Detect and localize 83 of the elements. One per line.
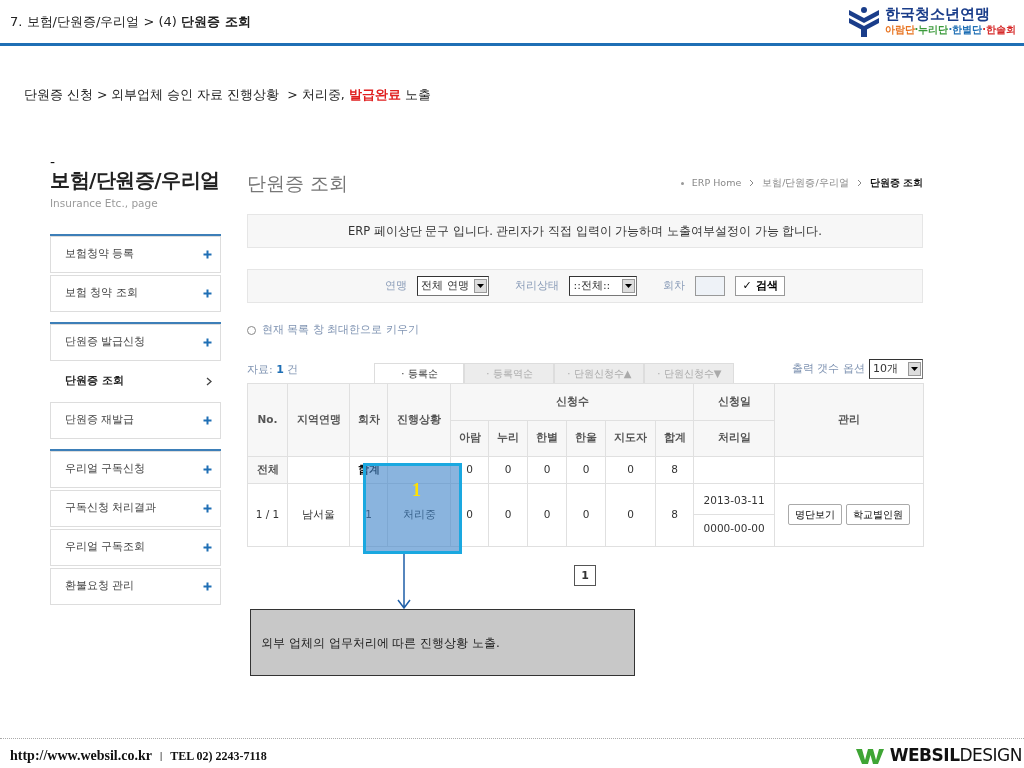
separator-text: |	[159, 749, 163, 764]
table-cell: 0	[605, 456, 656, 484]
search-button[interactable]: ✓ 검색	[735, 276, 785, 297]
table-cell: 0	[566, 456, 606, 484]
section-title: 보험/단원증/우리얼	[50, 166, 221, 193]
logo-tagline: 아람단·누리단·한별단·한솔회	[884, 23, 1016, 38]
chevron-icon	[856, 179, 862, 187]
page-title: 7. 보험/단원증/우리얼 > (4) 단원증 조회	[10, 12, 251, 31]
column-header: 지도자	[605, 420, 656, 457]
radio-label: 현재 목록 창 최대한으로 키우기	[262, 322, 419, 339]
sidebar-item[interactable]: 우리얼 구독조회	[50, 528, 221, 566]
row-header: 전체	[247, 456, 288, 484]
table-cell: 0	[450, 483, 489, 547]
table-cell: 0	[488, 483, 528, 547]
table-cell: 8	[655, 483, 694, 547]
sidebar-item[interactable]: 단원증 재발급	[50, 401, 221, 439]
table-cell: 1	[349, 483, 388, 547]
table-cell: 0	[488, 456, 528, 484]
filter-label: 연맹	[385, 278, 408, 294]
column-header: 처리일	[693, 420, 775, 457]
breadcrumb-link[interactable]: 보험/단원증/우리얼	[762, 175, 849, 191]
page-heading: 단원증 조회	[247, 170, 349, 196]
table-cell: 남서울	[287, 483, 350, 547]
bullet-icon	[680, 181, 684, 185]
chevron-icon	[206, 376, 212, 386]
plus-icon	[203, 415, 212, 425]
table-cell: 8	[655, 456, 694, 484]
chevron-icon	[749, 179, 755, 187]
table-cell: 2013-03-11	[694, 486, 775, 516]
website-link[interactable]: http://www.websil.co.kr	[10, 745, 152, 767]
sidebar-item[interactable]: 구독신청 처리결과	[50, 489, 221, 527]
phone-text: TEL 02) 2243-7118	[170, 747, 267, 765]
column-header: 신청수	[450, 383, 694, 421]
table-cell: 0	[450, 456, 489, 484]
column-header: No.	[247, 383, 288, 457]
dash-text: -	[50, 156, 57, 167]
table-cell: 0	[566, 483, 606, 547]
plus-icon	[203, 249, 212, 259]
status-select[interactable]: ::전체::	[569, 276, 638, 297]
page-size-label: 출력 갯수 옵션	[792, 360, 865, 377]
sidebar-item[interactable]: 보험청약 등록	[50, 235, 221, 273]
emblem-icon	[846, 5, 881, 38]
plus-icon	[203, 337, 212, 347]
record-count: 자료: 1 건	[247, 362, 299, 379]
plus-icon	[203, 288, 212, 298]
table-cell: 0	[527, 483, 567, 547]
column-header: 진행상황	[387, 383, 451, 457]
breadcrumb-link[interactable]: ERP Home	[691, 175, 742, 191]
union-select[interactable]: 전체 연맹	[417, 276, 490, 297]
table-cell: 0	[527, 456, 567, 484]
logo-name: 한국청소년연맹	[884, 5, 991, 23]
sidebar-item[interactable]: 단원증 발급신청	[50, 323, 221, 361]
table-cell: 0	[605, 483, 656, 547]
column-header: 회차	[349, 383, 388, 457]
filter-label: 회차	[663, 278, 686, 294]
plus-icon	[203, 581, 212, 591]
plus-icon	[203, 464, 212, 474]
column-header: 지역연맹	[287, 383, 350, 457]
arrow	[396, 554, 412, 610]
annotation-number: 1	[412, 481, 421, 499]
column-header: 관리	[774, 383, 924, 457]
annotation-note: 외부 업체의 업무처리에 따른 진행상황 노출.	[250, 609, 635, 676]
round-input[interactable]	[695, 276, 726, 297]
description-text: 단원증 신청 > 외부업체 승인 자료 진행상황 > 처리중, 발급완료 노출	[23, 86, 432, 104]
page-button[interactable]: 1	[574, 564, 596, 586]
sidebar-item[interactable]: 환불요청 관리	[50, 567, 221, 605]
column-header: 신청일	[693, 383, 775, 421]
leaf-icon	[855, 746, 886, 765]
page-size-select[interactable]: 10개	[869, 358, 923, 379]
sort-tab[interactable]: · 등록순	[374, 362, 465, 383]
sidebar-item[interactable]: 보험 청약 조회	[50, 274, 221, 312]
table-button[interactable]: 명단보기	[788, 504, 843, 526]
brand-logo: WEBSILDESIGN	[889, 744, 1022, 767]
plus-icon	[203, 542, 212, 552]
table-cell-text: 0000-00-00	[702, 521, 766, 537]
sidebar-item[interactable]: 우리얼 구독신청	[50, 450, 221, 488]
section-subtitle: Insurance Etc., page	[50, 195, 159, 211]
plus-icon	[203, 503, 212, 513]
filter-label: 처리상태	[515, 278, 560, 294]
table-button[interactable]: 학교별인원	[846, 504, 911, 526]
table-cell: 1 / 1	[247, 483, 288, 547]
notice-banner: ERP 페이상단 문구 입니다. 관리자가 직접 입력이 가능하며 노출여부설정이 가능 합니다.	[247, 214, 923, 249]
breadcrumb-current: 단원증 조회	[869, 175, 923, 190]
